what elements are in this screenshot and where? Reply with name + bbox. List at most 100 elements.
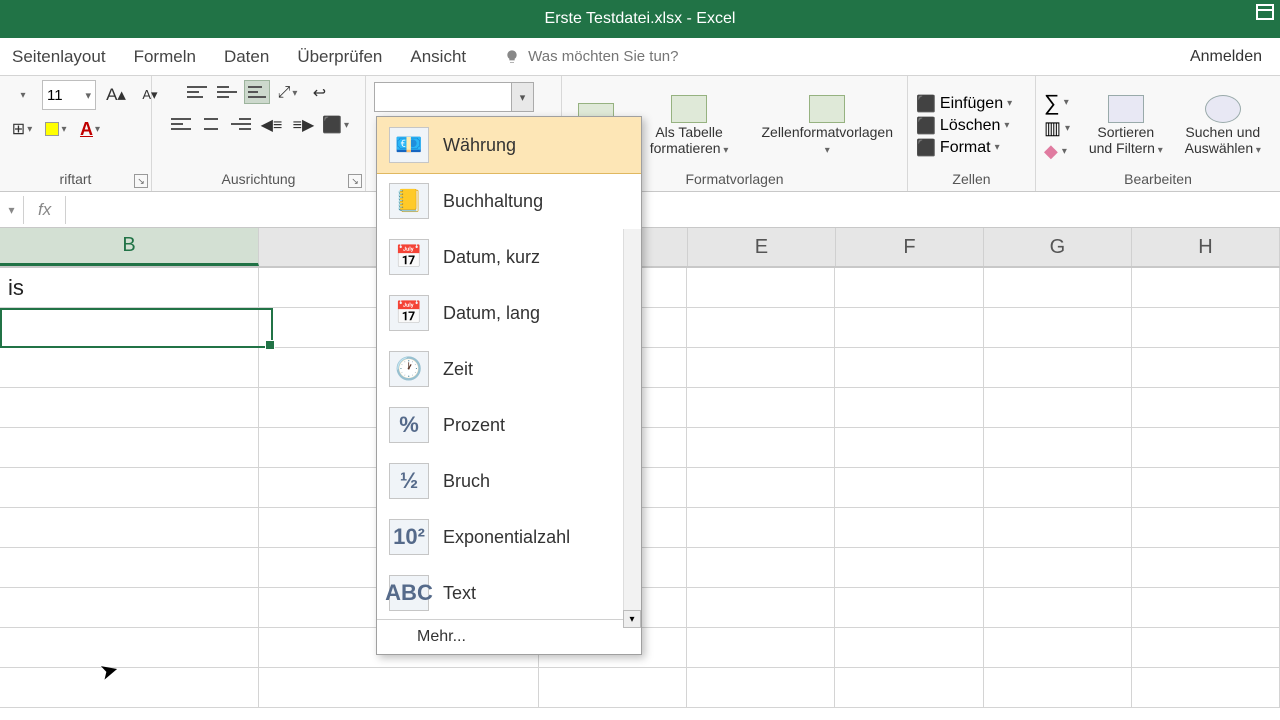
format-item-bruch[interactable]: ½Bruch bbox=[377, 453, 641, 509]
cell[interactable] bbox=[984, 668, 1132, 708]
column-header-f[interactable]: F bbox=[836, 228, 984, 266]
more-formats-button[interactable]: Mehr... bbox=[377, 619, 641, 654]
alignment-launcher-icon[interactable]: ↘ bbox=[348, 174, 362, 188]
cell[interactable] bbox=[1132, 548, 1280, 588]
cell-styles-button[interactable]: Zellenformatvorlagen bbox=[755, 93, 899, 158]
cell[interactable] bbox=[984, 348, 1132, 388]
sort-filter-button[interactable]: Sortieren und Filtern bbox=[1082, 93, 1170, 158]
tell-me-box[interactable] bbox=[504, 48, 788, 65]
tab-data[interactable]: Daten bbox=[222, 43, 271, 71]
font-launcher-icon[interactable]: ↘ bbox=[134, 174, 148, 188]
cell[interactable] bbox=[0, 668, 259, 708]
increase-font-button[interactable]: A▴ bbox=[102, 82, 130, 108]
cell[interactable] bbox=[0, 428, 259, 468]
cell[interactable] bbox=[984, 468, 1132, 508]
cell[interactable] bbox=[0, 588, 259, 628]
format-item-datum-lang[interactable]: 📅Datum, lang bbox=[377, 285, 641, 341]
cell[interactable] bbox=[984, 308, 1132, 348]
tab-review[interactable]: Überprüfen bbox=[295, 43, 384, 71]
clear-icon[interactable]: ◆ bbox=[1044, 141, 1058, 162]
cell[interactable] bbox=[687, 588, 835, 628]
cell[interactable] bbox=[984, 388, 1132, 428]
cell[interactable] bbox=[0, 508, 259, 548]
cell[interactable] bbox=[0, 628, 259, 668]
align-middle-button[interactable] bbox=[214, 80, 240, 104]
align-right-button[interactable] bbox=[228, 112, 254, 136]
cell[interactable] bbox=[0, 468, 259, 508]
cell[interactable] bbox=[984, 508, 1132, 548]
cell[interactable] bbox=[835, 668, 983, 708]
find-select-button[interactable]: Suchen und Auswählen bbox=[1174, 93, 1272, 158]
cell[interactable] bbox=[835, 548, 983, 588]
cell[interactable] bbox=[835, 428, 983, 468]
column-header-g[interactable]: G bbox=[984, 228, 1132, 266]
delete-button[interactable]: Löschen bbox=[940, 117, 1001, 135]
cell[interactable] bbox=[835, 308, 983, 348]
format-button[interactable]: Format bbox=[940, 139, 991, 157]
align-top-button[interactable] bbox=[184, 80, 210, 104]
sign-in-link[interactable]: Anmelden bbox=[1190, 48, 1262, 66]
cell[interactable] bbox=[1132, 308, 1280, 348]
cell[interactable] bbox=[687, 668, 835, 708]
column-header-h[interactable]: H bbox=[1132, 228, 1280, 266]
restore-window-icon[interactable] bbox=[1256, 4, 1274, 20]
scrollbar-track[interactable] bbox=[623, 229, 641, 610]
align-left-button[interactable] bbox=[168, 112, 194, 136]
cell[interactable] bbox=[0, 388, 259, 428]
format-item-datum-kurz[interactable]: 📅Datum, kurz bbox=[377, 229, 641, 285]
cell[interactable] bbox=[835, 508, 983, 548]
cell[interactable] bbox=[259, 668, 539, 708]
borders-button[interactable]: ⊞ bbox=[8, 116, 36, 142]
tab-formulas[interactable]: Formeln bbox=[132, 43, 198, 71]
cell[interactable] bbox=[687, 508, 835, 548]
cell[interactable] bbox=[539, 668, 687, 708]
align-bottom-button[interactable] bbox=[244, 80, 270, 104]
tab-view[interactable]: Ansicht bbox=[408, 43, 468, 71]
orientation-button[interactable]: ⤢ bbox=[274, 80, 302, 106]
cell[interactable] bbox=[687, 308, 835, 348]
cell[interactable] bbox=[687, 388, 835, 428]
cell[interactable] bbox=[1132, 588, 1280, 628]
wrap-text-button[interactable]: ↩ bbox=[306, 80, 334, 106]
tell-me-input[interactable] bbox=[528, 48, 788, 65]
decrease-indent-button[interactable]: ◀≡ bbox=[258, 112, 286, 138]
increase-indent-button[interactable]: ≡▶ bbox=[290, 112, 318, 138]
cell[interactable] bbox=[687, 548, 835, 588]
cell[interactable] bbox=[1132, 468, 1280, 508]
cell[interactable] bbox=[0, 308, 259, 348]
cell[interactable] bbox=[1132, 348, 1280, 388]
cell[interactable] bbox=[984, 268, 1132, 308]
cell[interactable] bbox=[835, 468, 983, 508]
format-item-w-hrung[interactable]: 💶Währung bbox=[377, 117, 641, 173]
tab-page-layout[interactable]: Seitenlayout bbox=[10, 43, 108, 71]
format-item-buchhaltung[interactable]: 📒Buchhaltung bbox=[377, 173, 641, 229]
formula-input[interactable] bbox=[66, 201, 1280, 218]
cell[interactable] bbox=[1132, 388, 1280, 428]
cell[interactable] bbox=[984, 588, 1132, 628]
cell[interactable]: is bbox=[0, 268, 259, 308]
cell[interactable] bbox=[984, 548, 1132, 588]
name-box-arrow[interactable]: ▾ bbox=[0, 196, 24, 224]
merge-center-button[interactable]: ⬛ bbox=[322, 112, 350, 138]
cell[interactable] bbox=[984, 428, 1132, 468]
cell[interactable] bbox=[835, 588, 983, 628]
cell[interactable] bbox=[687, 428, 835, 468]
cell[interactable] bbox=[835, 268, 983, 308]
scroll-down-button[interactable]: ▾ bbox=[623, 610, 641, 628]
font-family-dropdown[interactable] bbox=[8, 82, 36, 108]
fx-icon[interactable]: fx bbox=[24, 196, 66, 224]
cell[interactable] bbox=[835, 628, 983, 668]
cell[interactable] bbox=[0, 548, 259, 588]
cell[interactable] bbox=[687, 268, 835, 308]
cell[interactable] bbox=[1132, 668, 1280, 708]
cell[interactable] bbox=[1132, 428, 1280, 468]
column-header-b[interactable]: B bbox=[0, 228, 259, 266]
cell[interactable] bbox=[835, 388, 983, 428]
format-item-prozent[interactable]: %Prozent bbox=[377, 397, 641, 453]
align-center-button[interactable] bbox=[198, 112, 224, 136]
autosum-icon[interactable]: ∑ bbox=[1044, 90, 1060, 116]
cell[interactable] bbox=[0, 348, 259, 388]
format-as-table-button[interactable]: Als Tabelle formatieren bbox=[627, 93, 752, 158]
cell[interactable] bbox=[687, 468, 835, 508]
fill-icon[interactable]: ▥ bbox=[1044, 118, 1061, 139]
